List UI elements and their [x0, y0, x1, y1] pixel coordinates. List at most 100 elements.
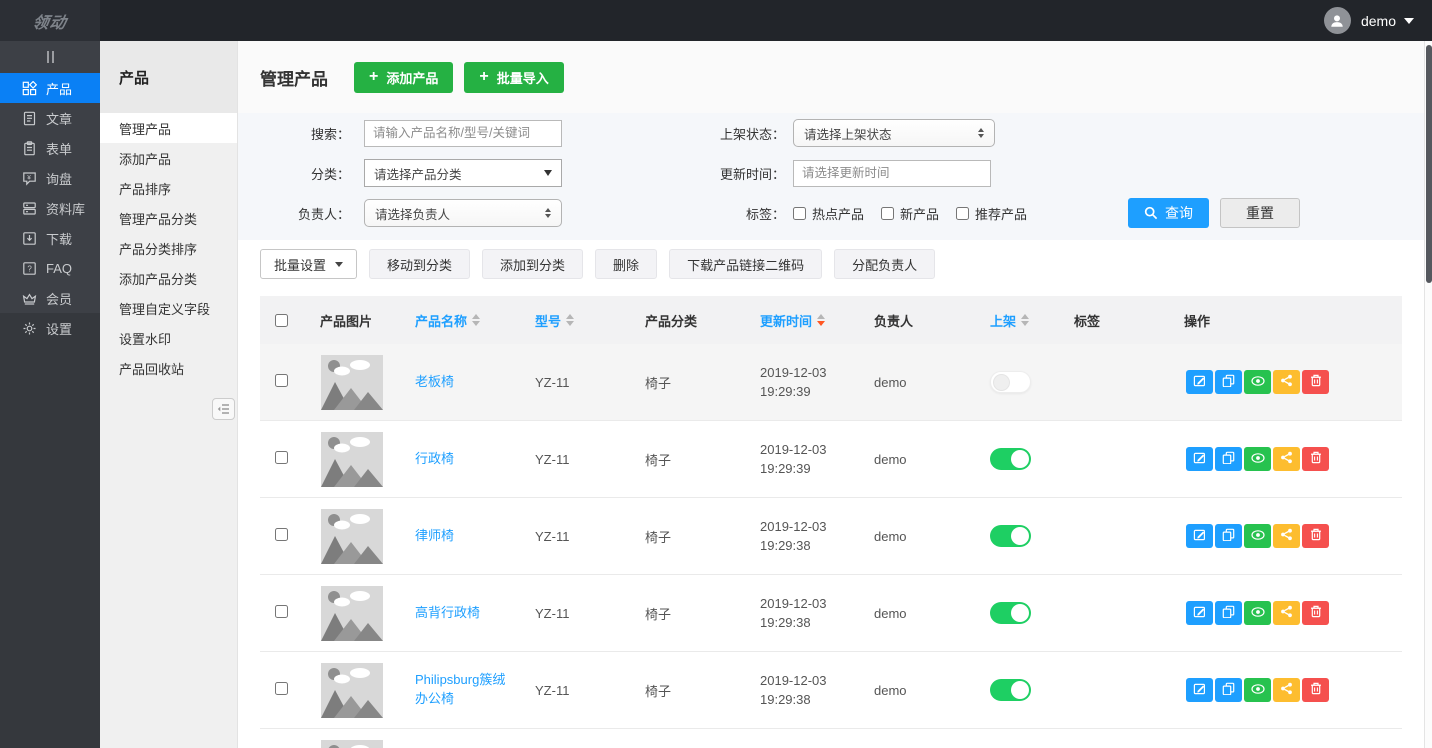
category-select[interactable]: 请选择产品分类 — [364, 159, 562, 187]
status-toggle[interactable] — [990, 448, 1031, 470]
delete-button[interactable] — [1302, 447, 1329, 471]
product-name-link[interactable]: 律师椅 — [415, 527, 462, 546]
svg-text:?: ? — [27, 264, 32, 273]
sidebar-item-downloads[interactable]: 下载 — [0, 223, 100, 253]
copy-button[interactable] — [1215, 678, 1242, 702]
edit-button[interactable] — [1186, 370, 1213, 394]
submenu-item-3[interactable]: 管理产品分类 — [100, 203, 237, 233]
column-header-model[interactable]: 型号 — [525, 311, 635, 330]
app-logo[interactable]: 领动 — [0, 0, 100, 41]
sidebar-item-articles[interactable]: 文章 — [0, 103, 100, 133]
delete-button[interactable] — [1302, 370, 1329, 394]
row-checkbox[interactable] — [275, 528, 288, 541]
owner-select[interactable]: 请选择负责人 — [364, 199, 562, 227]
batch-import-button[interactable]: +批量导入 — [464, 62, 563, 93]
sort-carets-icon[interactable] — [817, 314, 825, 326]
preview-button[interactable] — [1244, 601, 1271, 625]
search-input[interactable] — [364, 120, 562, 147]
row-checkbox[interactable] — [275, 682, 288, 695]
edit-button[interactable] — [1186, 678, 1213, 702]
batch-settings-dropdown[interactable]: 批量设置 — [260, 249, 357, 279]
preview-button[interactable] — [1244, 524, 1271, 548]
copy-button[interactable] — [1215, 524, 1242, 548]
updated-time: 2019-12-03 19:29:39 — [750, 440, 864, 479]
vertical-scrollbar[interactable] — [1424, 41, 1432, 748]
sidebar-item-faq[interactable]: ?FAQ — [0, 253, 100, 283]
copy-button[interactable] — [1215, 601, 1242, 625]
copy-button[interactable] — [1215, 370, 1242, 394]
sort-carets-icon[interactable] — [1021, 314, 1029, 326]
row-checkbox[interactable] — [275, 451, 288, 464]
submenu-item-2[interactable]: 产品排序 — [100, 173, 237, 203]
sidebar-item-members[interactable]: 会员 — [0, 283, 100, 313]
submenu-item-0[interactable]: 管理产品 — [100, 113, 237, 143]
delete-button[interactable] — [1302, 524, 1329, 548]
panel-collapse-button[interactable] — [212, 398, 235, 420]
column-header-updated[interactable]: 更新时间 — [750, 311, 864, 330]
submenu-item-4[interactable]: 产品分类排序 — [100, 233, 237, 263]
submenu-item-7[interactable]: 设置水印 — [100, 323, 237, 353]
preview-button[interactable] — [1244, 447, 1271, 471]
sidebar-item-forms[interactable]: 表单 — [0, 133, 100, 163]
preview-button[interactable] — [1244, 370, 1271, 394]
sidebar-item-library[interactable]: 资料库 — [0, 193, 100, 223]
column-header-status[interactable]: 上架 — [969, 311, 1064, 330]
edit-button[interactable] — [1186, 524, 1213, 548]
delete-button[interactable] — [1302, 678, 1329, 702]
sidebar-item-inquiries[interactable]: ¥询盘 — [0, 163, 100, 193]
checkbox[interactable] — [881, 207, 894, 220]
submenu-item-1[interactable]: 添加产品 — [100, 143, 237, 173]
tag-checkbox-2[interactable]: 推荐产品 — [956, 204, 1027, 223]
sort-carets-icon[interactable] — [566, 314, 574, 326]
query-button[interactable]: 查询 — [1128, 198, 1209, 228]
reset-button[interactable]: 重置 — [1220, 198, 1300, 228]
select-all-checkbox[interactable] — [275, 314, 288, 327]
product-name-link[interactable]: 高背行政椅 — [415, 604, 488, 623]
actions-cell — [1174, 447, 1402, 471]
edit-button[interactable] — [1186, 601, 1213, 625]
submenu-item-8[interactable]: 产品回收站 — [100, 353, 237, 383]
status-toggle[interactable] — [990, 602, 1031, 624]
submenu-item-5[interactable]: 添加产品分类 — [100, 263, 237, 293]
row-checkbox[interactable] — [275, 374, 288, 387]
status-toggle[interactable] — [990, 371, 1031, 393]
status-toggle[interactable] — [990, 525, 1031, 547]
product-name-link[interactable]: 老板椅 — [415, 373, 462, 392]
product-name-link[interactable]: Philipsburg簇绒办公椅 — [415, 671, 525, 709]
add-product-button[interactable]: +添加产品 — [354, 62, 453, 93]
download-qrcode-button[interactable]: 下载产品链接二维码 — [669, 249, 822, 279]
updated-time-input[interactable] — [793, 160, 991, 187]
user-menu[interactable]: demo — [1324, 7, 1432, 34]
sidebar-item-products[interactable]: 产品 — [0, 73, 100, 103]
row-checkbox[interactable] — [275, 605, 288, 618]
sidebar-collapse-button[interactable] — [0, 41, 100, 73]
download-icon — [21, 230, 37, 246]
column-header-name[interactable]: 产品名称 — [405, 311, 525, 330]
checkbox[interactable] — [956, 207, 969, 220]
preview-button[interactable] — [1244, 678, 1271, 702]
tag-checkbox-1[interactable]: 新产品 — [881, 204, 939, 223]
scrollbar-thumb[interactable] — [1426, 45, 1432, 283]
add-to-category-button[interactable]: 添加到分类 — [482, 249, 583, 279]
share-button[interactable] — [1273, 524, 1300, 548]
delete-button[interactable] — [1302, 601, 1329, 625]
assign-owner-button[interactable]: 分配负责人 — [834, 249, 935, 279]
share-button[interactable] — [1273, 678, 1300, 702]
edit-button[interactable] — [1186, 447, 1213, 471]
product-name-link[interactable]: 行政椅 — [415, 450, 462, 469]
share-button[interactable] — [1273, 447, 1300, 471]
checkbox[interactable] — [793, 207, 806, 220]
column-header-category: 产品分类 — [635, 311, 750, 330]
owner: demo — [864, 375, 969, 390]
share-button[interactable] — [1273, 370, 1300, 394]
delete-button[interactable]: 删除 — [595, 249, 657, 279]
tag-checkbox-0[interactable]: 热点产品 — [793, 204, 864, 223]
sidebar-item-settings[interactable]: 设置 — [0, 313, 100, 343]
status-select[interactable]: 请选择上架状态 — [793, 119, 995, 147]
status-toggle[interactable] — [990, 679, 1031, 701]
sort-carets-icon[interactable] — [472, 314, 480, 326]
share-button[interactable] — [1273, 601, 1300, 625]
copy-button[interactable] — [1215, 447, 1242, 471]
submenu-item-6[interactable]: 管理自定义字段 — [100, 293, 237, 323]
move-to-category-button[interactable]: 移动到分类 — [369, 249, 470, 279]
